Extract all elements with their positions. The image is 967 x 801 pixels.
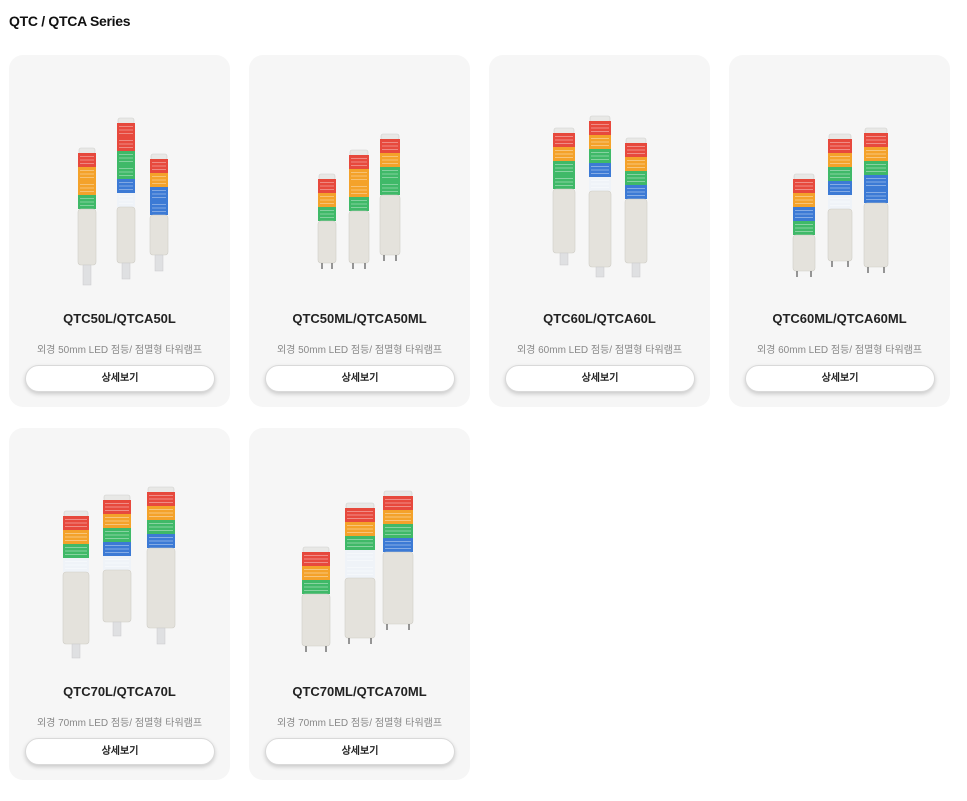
product-name[interactable]: QTC50L/QTCA50L [9,311,230,326]
product-name[interactable]: QTC50ML/QTCA50ML [249,311,470,326]
product-description: 외경 60mm LED 점등/ 점멸형 타워램프 [756,345,923,356]
details-button[interactable]: 상세보기 [265,365,455,392]
product-description: 외경 50mm LED 점등/ 점멸형 타워램프 [36,345,203,356]
tower-lamp-image [77,117,169,286]
details-button[interactable]: 상세보기 [25,738,215,765]
product-name[interactable]: QTC60ML/QTCA60ML [729,311,950,326]
tower-lamp-image [317,133,401,269]
product-name[interactable]: QTC60L/QTCA60L [489,311,710,326]
product-card[interactable]: QTC70L/QTCA70L 외경 70mm LED 점등/ 점멸형 타워램프 … [9,428,230,780]
product-card[interactable]: QTC60ML/QTCA60ML 외경 60mm LED 점등/ 점멸형 타워램… [729,55,950,407]
product-description: 외경 60mm LED 점등/ 점멸형 타워램프 [516,345,683,356]
details-button[interactable]: 상세보기 [745,365,935,392]
product-name[interactable]: QTC70ML/QTCA70ML [249,684,470,699]
product-card[interactable]: QTC50ML/QTCA50ML 외경 50mm LED 점등/ 점멸형 타워램… [249,55,470,407]
product-card[interactable]: QTC70ML/QTCA70ML 외경 70mm LED 점등/ 점멸형 타워램… [249,428,470,780]
details-button[interactable]: 상세보기 [505,365,695,392]
tower-lamp-image [792,127,889,277]
product-description: 외경 70mm LED 점등/ 점멸형 타워램프 [276,718,443,729]
series-title: QTC / QTCA Series [9,13,131,29]
tower-lamp-image [301,490,414,652]
product-name[interactable]: QTC70L/QTCA70L [9,684,230,699]
product-description: 외경 50mm LED 점등/ 점멸형 타워램프 [276,345,443,356]
details-button[interactable]: 상세보기 [25,365,215,392]
tower-lamp-image [62,486,176,659]
tower-lamp-image [552,115,648,278]
product-card[interactable]: QTC50L/QTCA50L 외경 50mm LED 점등/ 점멸형 타워램프 … [9,55,230,407]
product-card[interactable]: QTC60L/QTCA60L 외경 60mm LED 점등/ 점멸형 타워램프 … [489,55,710,407]
product-description: 외경 70mm LED 점등/ 점멸형 타워램프 [36,718,203,729]
details-button[interactable]: 상세보기 [265,738,455,765]
